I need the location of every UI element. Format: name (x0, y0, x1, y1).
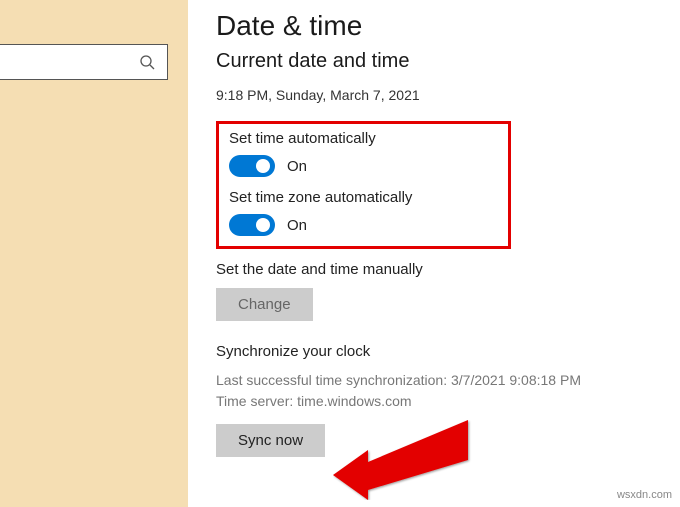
watermark: wsxdn.com (617, 489, 672, 501)
sync-now-button[interactable]: Sync now (216, 424, 325, 457)
section-subtitle: Current date and time (216, 50, 652, 73)
auto-time-label: Set time automatically (229, 130, 498, 147)
auto-time-state: On (287, 158, 307, 175)
auto-timezone-toggle[interactable] (229, 214, 275, 236)
main-content: Date & time Current date and time 9:18 P… (188, 0, 680, 507)
sync-heading: Synchronize your clock (216, 343, 652, 360)
current-datetime: 9:18 PM, Sunday, March 7, 2021 (216, 87, 652, 103)
auto-settings-highlight: Set time automatically On Set time zone … (216, 121, 511, 249)
sync-info: Last successful time synchronization: 3/… (216, 370, 652, 412)
auto-time-toggle-row: On (229, 155, 498, 177)
search-box[interactable] (0, 44, 168, 80)
change-button: Change (216, 288, 313, 321)
page-title: Date & time (216, 10, 652, 42)
sidebar (0, 0, 188, 507)
sync-server: Time server: time.windows.com (216, 391, 652, 412)
manual-label: Set the date and time manually (216, 261, 652, 278)
auto-timezone-state: On (287, 217, 307, 234)
sync-last: Last successful time synchronization: 3/… (216, 370, 652, 391)
auto-timezone-toggle-row: On (229, 214, 498, 236)
auto-timezone-label: Set time zone automatically (229, 189, 498, 206)
auto-time-toggle[interactable] (229, 155, 275, 177)
search-icon (139, 54, 155, 70)
